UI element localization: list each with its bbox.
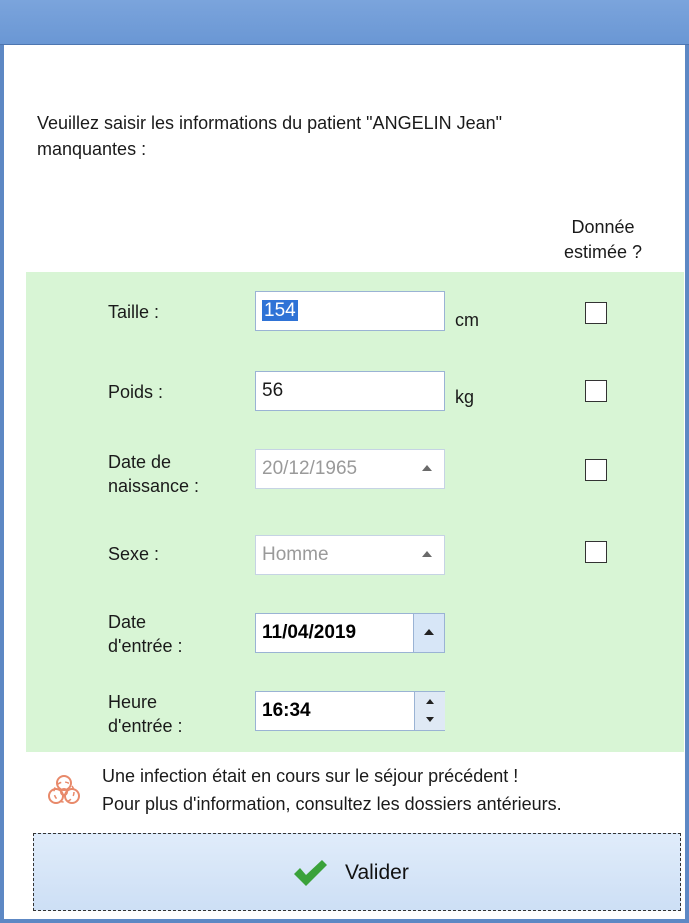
entry-time-spinner <box>414 692 445 730</box>
infection-warning: Une infection était en cours sur le séjo… <box>35 762 675 822</box>
weight-label: Poids : <box>108 382 164 402</box>
spin-up-button[interactable] <box>414 692 445 712</box>
weight-unit: kg <box>455 387 475 407</box>
birthdate-label-line-2: naissance : <box>108 476 200 496</box>
entry-date-label: Date d'entrée : <box>108 610 183 658</box>
entry-time-label-line-2: d'entrée : <box>108 716 183 736</box>
estimated-header-line-2: estimée ? <box>563 242 643 262</box>
height-value: 154 <box>262 300 298 321</box>
spin-down-button[interactable] <box>414 711 445 730</box>
height-input[interactable]: 154 <box>255 291 445 331</box>
height-estimated-checkbox[interactable] <box>585 302 607 324</box>
biohazard-icon <box>48 775 80 804</box>
warning-line-1: Une infection était en cours sur le séjo… <box>102 766 519 786</box>
dropdown-arrow-icon <box>422 551 432 557</box>
title-bar[interactable] <box>0 0 689 45</box>
birthdate-label-line-1: Date de <box>108 452 172 472</box>
arrow-up-icon <box>426 699 434 704</box>
entry-date-picker[interactable]: 11/04/2019 <box>255 613 445 653</box>
sex-select[interactable]: Homme <box>255 535 445 575</box>
warning-text: Une infection était en cours sur le séjo… <box>102 762 562 818</box>
sex-estimated-checkbox[interactable] <box>585 541 607 563</box>
sex-label: Sexe : <box>108 544 160 564</box>
intro-line-1: Veuillez saisir les informations du pati… <box>37 113 503 133</box>
estimated-header-line-1: Donnée <box>571 217 635 237</box>
entry-time-label: Heure d'entrée : <box>108 690 183 738</box>
sex-value: Homme <box>262 544 329 565</box>
dropdown-arrow-icon <box>424 629 434 635</box>
birthdate-label: Date de naissance : <box>108 450 199 498</box>
weight-value: 56 <box>262 380 284 401</box>
height-label: Taille : <box>108 302 160 322</box>
entry-time-input[interactable]: 16:34 <box>255 691 445 731</box>
birthdate-estimated-checkbox[interactable] <box>585 459 607 481</box>
warning-line-2: Pour plus d'information, consultez les d… <box>102 794 562 814</box>
form-panel <box>26 272 684 752</box>
intro-text: Veuillez saisir les informations du pati… <box>37 110 637 162</box>
validate-button[interactable]: Valider <box>33 833 681 911</box>
entry-time-label-line-1: Heure <box>108 692 158 712</box>
entry-date-value: 11/04/2019 <box>262 622 357 643</box>
estimated-column-header: Donnée estimée ? <box>548 215 658 265</box>
checkmark-icon <box>294 860 327 886</box>
validate-button-label: Valider <box>345 861 409 884</box>
weight-input[interactable]: 56 <box>255 371 445 411</box>
birthdate-value: 20/12/1965 <box>262 458 358 479</box>
entry-date-label-line-1: Date <box>108 612 147 632</box>
weight-estimated-checkbox[interactable] <box>585 380 607 402</box>
intro-line-2: manquantes : <box>37 139 147 159</box>
height-unit: cm <box>455 310 479 330</box>
dropdown-arrow-icon <box>422 465 432 471</box>
entry-time-value: 16:34 <box>262 700 311 721</box>
entry-date-label-line-2: d'entrée : <box>108 636 183 656</box>
arrow-down-icon <box>426 717 434 722</box>
birthdate-picker[interactable]: 20/12/1965 <box>255 449 445 489</box>
entry-date-dropdown-button[interactable] <box>413 614 444 652</box>
